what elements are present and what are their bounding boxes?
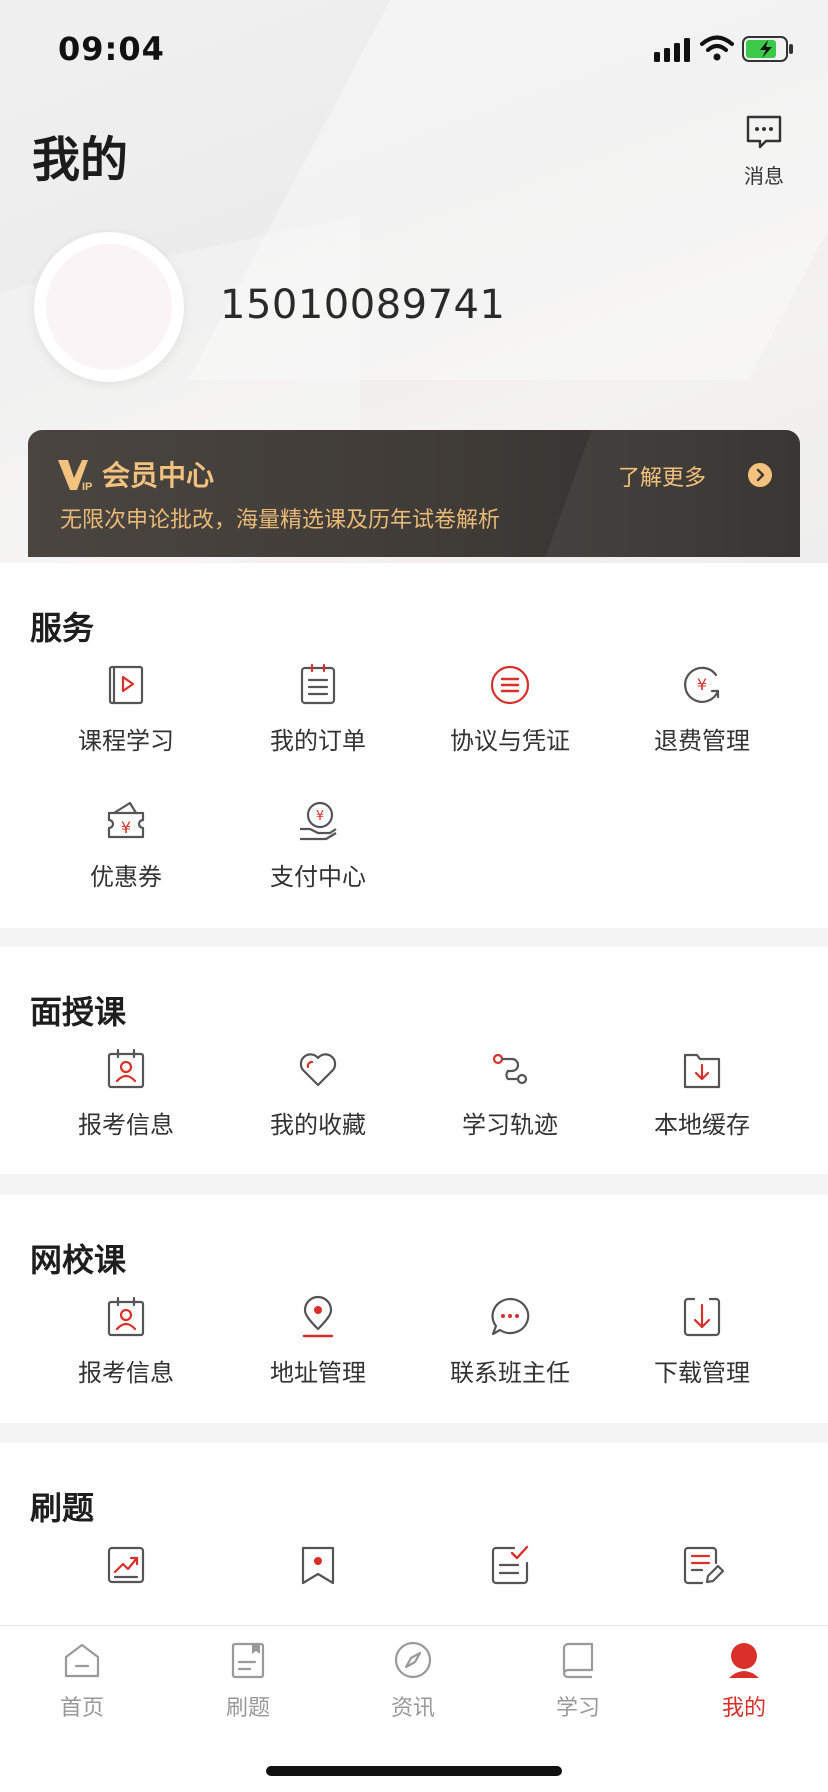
status-time: 09:04 bbox=[58, 30, 165, 68]
online-course-section: 网校课 报考信息 地址管理 联系班主任 下载管理 bbox=[0, 1195, 828, 1423]
svg-text:¥: ¥ bbox=[316, 809, 324, 824]
face-item-study-track[interactable]: 学习轨迹 bbox=[414, 1047, 606, 1140]
coupon-icon: ¥ bbox=[107, 801, 145, 839]
service-item-course-study[interactable]: 课程学习 bbox=[30, 663, 222, 756]
location-icon bbox=[302, 1295, 334, 1338]
checklist-icon bbox=[491, 1545, 529, 1585]
chat-icon bbox=[491, 1297, 530, 1336]
online-item-label: 地址管理 bbox=[270, 1359, 366, 1387]
edit-note-icon bbox=[683, 1546, 724, 1585]
tab-label: 我的 bbox=[721, 1696, 766, 1721]
online-item-contact-teacher[interactable]: 联系班主任 bbox=[414, 1295, 606, 1388]
svg-text:¥: ¥ bbox=[697, 675, 707, 694]
payment-icon: ¥ bbox=[300, 801, 337, 841]
download-icon bbox=[683, 1297, 721, 1337]
face-item-label: 本地缓存 bbox=[654, 1111, 750, 1139]
battery-icon bbox=[742, 36, 793, 62]
book-icon bbox=[562, 1642, 594, 1679]
service-item-agreements[interactable]: 协议与凭证 bbox=[414, 663, 606, 756]
user-phone[interactable]: 15010089741 bbox=[220, 282, 505, 328]
tab-mine[interactable]: 我的 bbox=[684, 1640, 804, 1722]
service-label: 课程学习 bbox=[78, 727, 174, 755]
face-item-exam-info[interactable]: 报考信息 bbox=[30, 1047, 222, 1140]
video-book-icon bbox=[108, 665, 144, 705]
service-item-refund[interactable]: ¥ 退费管理 bbox=[606, 663, 798, 756]
service-item-payment-center[interactable]: ¥ 支付中心 bbox=[222, 799, 414, 892]
tab-news[interactable]: 资讯 bbox=[353, 1640, 473, 1722]
practice-item-notes[interactable] bbox=[606, 1543, 798, 1587]
service-label: 协议与凭证 bbox=[450, 727, 570, 755]
face-course-section: 面授课 报考信息 我的收藏 学习轨迹 本地缓存 bbox=[0, 947, 828, 1174]
message-label: 消息 bbox=[744, 164, 784, 188]
home-indicator bbox=[266, 1766, 562, 1776]
chevron-right-icon[interactable] bbox=[748, 463, 772, 487]
status-bar: 09:04 bbox=[0, 0, 828, 100]
tab-label: 资讯 bbox=[390, 1696, 435, 1721]
online-item-label: 报考信息 bbox=[78, 1359, 174, 1387]
wifi-icon bbox=[700, 35, 734, 61]
page-title: 我的 bbox=[32, 132, 129, 188]
service-item-coupons[interactable]: ¥ 优惠券 bbox=[30, 799, 222, 892]
vip-subtitle: 无限次申论批改，海量精选课及历年试卷解析 bbox=[60, 508, 501, 533]
tab-home[interactable]: 首页 bbox=[22, 1640, 142, 1722]
user-icon bbox=[729, 1643, 759, 1678]
home-icon bbox=[64, 1643, 100, 1678]
svg-text:¥: ¥ bbox=[121, 818, 131, 837]
section-title-online-course: 网校课 bbox=[30, 1241, 127, 1279]
tab-label: 刷题 bbox=[225, 1696, 270, 1721]
face-item-local-cache[interactable]: 本地缓存 bbox=[606, 1047, 798, 1140]
practice-icon bbox=[231, 1642, 265, 1679]
service-item-my-orders[interactable]: 我的订单 bbox=[222, 663, 414, 756]
exam-info-icon bbox=[107, 1048, 145, 1089]
exam-info-icon bbox=[107, 1296, 145, 1337]
tab-study[interactable]: 学习 bbox=[518, 1640, 638, 1722]
practice-section: 刷题 bbox=[0, 1443, 828, 1625]
vip-title: 会员中心 bbox=[102, 459, 215, 492]
vip-logo-text: IP bbox=[82, 481, 92, 492]
online-item-exam-info[interactable]: 报考信息 bbox=[30, 1295, 222, 1388]
avatar[interactable] bbox=[34, 232, 184, 382]
message-button[interactable]: 消息 bbox=[738, 112, 790, 192]
folder-download-icon bbox=[683, 1053, 721, 1089]
vip-member-card[interactable]: IP 会员中心 无限次申论批改，海量精选课及历年试卷解析 了解更多 bbox=[28, 430, 800, 557]
online-item-label: 联系班主任 bbox=[450, 1359, 570, 1387]
online-item-label: 下载管理 bbox=[654, 1359, 750, 1387]
practice-item-stats[interactable] bbox=[30, 1543, 222, 1587]
compass-icon bbox=[394, 1641, 432, 1679]
tab-label: 首页 bbox=[59, 1696, 104, 1721]
section-title-services: 服务 bbox=[30, 609, 95, 647]
refund-icon: ¥ bbox=[684, 666, 720, 703]
vip-learn-more-link[interactable]: 了解更多 bbox=[618, 460, 706, 492]
service-label: 支付中心 bbox=[270, 863, 366, 891]
practice-item-checklist[interactable] bbox=[414, 1543, 606, 1587]
tab-practice[interactable]: 刷题 bbox=[188, 1640, 308, 1722]
section-title-practice: 刷题 bbox=[30, 1489, 95, 1527]
services-section: 服务 课程学习 我的订单 协议与凭证 ¥ 退费管理 ¥ 优惠券 ¥ 支付中心 bbox=[0, 563, 828, 928]
order-list-icon bbox=[300, 663, 336, 705]
chart-icon bbox=[107, 1546, 145, 1584]
bookmark-icon bbox=[301, 1546, 335, 1585]
heart-icon bbox=[299, 1053, 337, 1087]
face-item-favorites[interactable]: 我的收藏 bbox=[222, 1047, 414, 1140]
practice-item-bookmarks[interactable] bbox=[222, 1543, 414, 1587]
message-icon bbox=[746, 115, 782, 149]
online-item-address[interactable]: 地址管理 bbox=[222, 1295, 414, 1388]
vip-logo-icon: IP bbox=[58, 460, 92, 492]
face-item-label: 报考信息 bbox=[78, 1111, 174, 1139]
service-label: 优惠券 bbox=[90, 863, 162, 891]
face-item-label: 我的收藏 bbox=[270, 1111, 366, 1139]
online-item-downloads[interactable]: 下载管理 bbox=[606, 1295, 798, 1388]
service-label: 我的订单 bbox=[270, 727, 366, 755]
service-label: 退费管理 bbox=[654, 727, 750, 755]
track-icon bbox=[492, 1053, 528, 1085]
tab-label: 学习 bbox=[555, 1696, 600, 1721]
cellular-signal-icon bbox=[654, 38, 690, 62]
face-item-label: 学习轨迹 bbox=[462, 1111, 558, 1139]
section-title-face-course: 面授课 bbox=[30, 993, 127, 1031]
agreement-icon bbox=[490, 665, 530, 705]
